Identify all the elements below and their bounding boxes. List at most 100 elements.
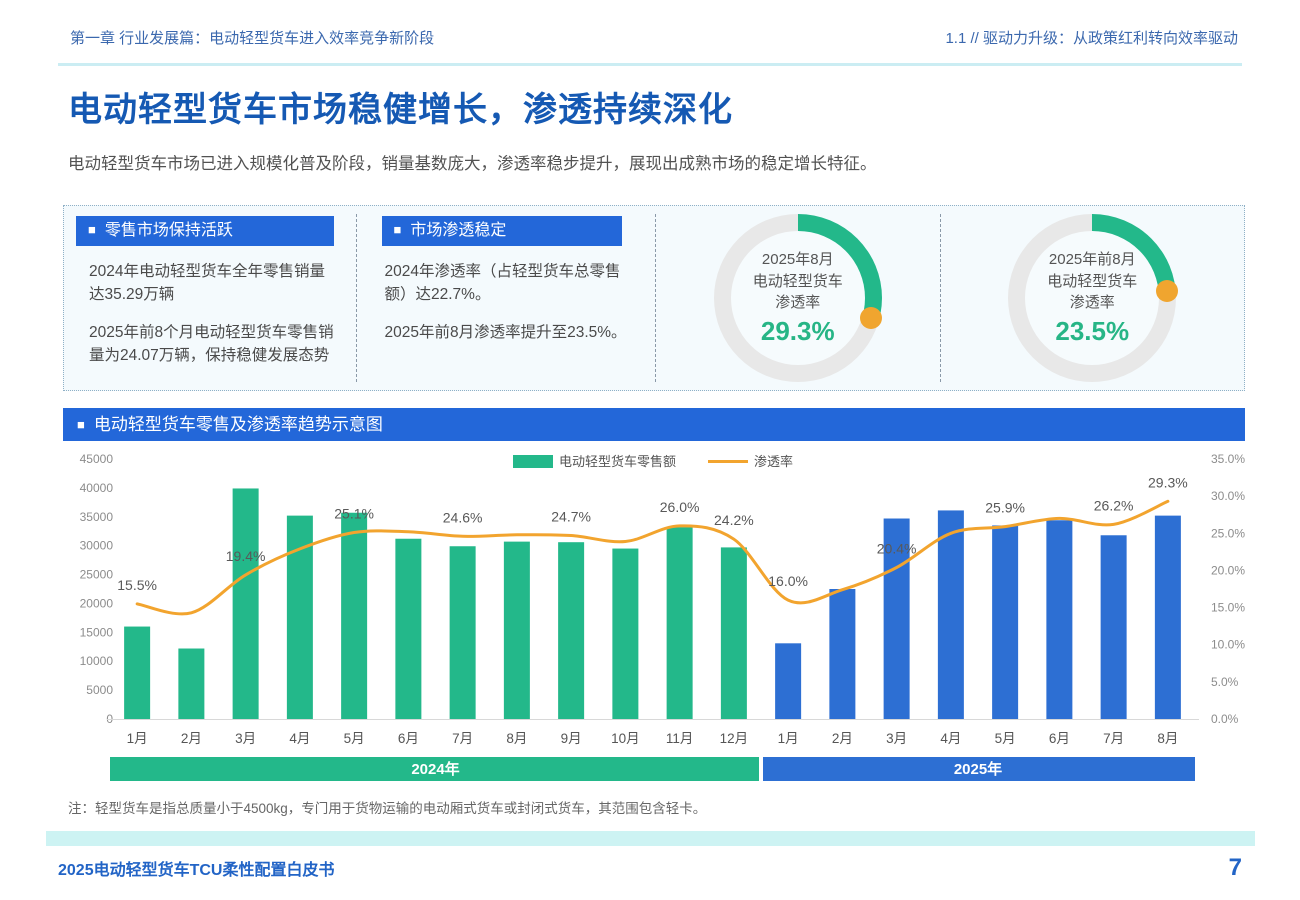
card-retail-market: ■ 零售市场保持活跃 2024年电动轻型货车全年零售销量达35.29万辆 2025…: [64, 214, 356, 382]
page-header: 第一章 行业发展篇：电动轻型货车进入效率竞争新阶段 1.1 // 驱动力升级：从…: [70, 27, 1238, 48]
gauge-label-line: 电动轻型货车: [1047, 272, 1138, 290]
penetration-point-label: 24.6%: [443, 509, 483, 525]
chart-title-bar: ■ 电动轻型货车零售及渗透率趋势示意图: [63, 408, 1245, 441]
whitepaper-page: 第一章 行业发展篇：电动轻型货车进入效率竞争新阶段 1.1 // 驱动力升级：从…: [0, 0, 1300, 900]
summary-panel: ■ 零售市场保持活跃 2024年电动轻型货车全年零售销量达35.29万辆 2025…: [63, 205, 1245, 391]
gauge-ytd-2025: 2025年前8月 电动轻型货车 渗透率 23.5%: [1008, 214, 1179, 382]
penetration-point-label: 26.0%: [660, 499, 700, 515]
month-label: 7月: [452, 731, 473, 746]
sales-bar: [1154, 515, 1181, 719]
right-axis-tick: 20.0%: [1211, 563, 1245, 577]
sales-bar: [178, 648, 205, 719]
left-axis-tick: 35000: [80, 510, 114, 524]
month-label: 6月: [1049, 731, 1070, 746]
left-axis-tick: 5000: [86, 683, 113, 697]
sales-bar: [558, 542, 585, 719]
legend-line-label: 渗透率: [754, 454, 793, 469]
sales-bar: [1100, 535, 1127, 719]
month-label: 12月: [720, 731, 749, 746]
month-label: 6月: [398, 731, 419, 746]
penetration-point-label: 24.2%: [714, 512, 754, 528]
right-axis-tick: 0.0%: [1211, 712, 1239, 726]
gauge-label-line: 2025年8月: [761, 250, 834, 268]
square-bullet-icon: ■: [393, 222, 402, 237]
gauge-center-label: 2025年前8月 电动轻型货车 渗透率 23.5%: [1008, 214, 1176, 382]
trend-chart-container: 45000 40000 35000 30000 25000 20000 15000 10000…: [63, 441, 1245, 791]
square-bullet-icon: ■: [88, 222, 96, 237]
page-title: 电动轻型货车市场稳健增长，渗透持续深化: [68, 91, 733, 129]
penetration-point-label: 25.9%: [985, 500, 1025, 516]
right-axis-tick: 15.0%: [1211, 601, 1245, 615]
penetration-point-label: 20.4%: [877, 540, 917, 556]
header-chapter: 第一章 行业发展篇：电动轻型货车进入效率竞争新阶段: [70, 30, 435, 47]
gauge-ytd-2025-col: 2025年前8月 电动轻型货车 渗透率 23.5%: [939, 214, 1244, 382]
chart-title: 电动轻型货车零售及渗透率趋势示意图: [93, 415, 383, 434]
left-axis-tick: 45000: [80, 452, 114, 466]
card-retail-title-bar: ■ 零售市场保持活跃: [76, 216, 334, 246]
gauge-aug-2025: 2025年8月 电动轻型货车 渗透率 29.3%: [713, 214, 882, 382]
year-band-label: 2025年: [954, 760, 1002, 778]
left-axis-tick: 30000: [80, 539, 114, 553]
penetration-point-label: 29.3%: [1148, 474, 1188, 490]
month-label: 4月: [940, 731, 961, 746]
month-label: 7月: [1103, 731, 1124, 746]
square-bullet-icon: ■: [77, 417, 85, 432]
card-penetration: ■ 市场渗透稳定 2024年渗透率（占轻型货车总零售额）达22.7%。 2025年…: [355, 214, 656, 382]
gauge-label-line: 2025年前8月: [1048, 250, 1136, 268]
left-axis-tick: 20000: [80, 596, 114, 610]
sales-bar: [232, 488, 259, 719]
card-penetration-title-bar: ■ 市场渗透稳定: [381, 216, 622, 246]
month-label: 8月: [506, 731, 527, 746]
month-label: 11月: [666, 731, 694, 746]
sales-bar: [449, 546, 476, 719]
header-section: 1.1 // 驱动力升级：从政策红利转向效率驱动: [945, 30, 1238, 47]
trend-chart: 45000 40000 35000 30000 25000 20000 15000 10000…: [80, 452, 1245, 781]
header-divider: [58, 63, 1242, 66]
page-footer: 2025电动轻型货车TCU柔性配置白皮书 7: [58, 854, 1242, 882]
month-label: 4月: [289, 731, 310, 746]
penetration-point-label: 16.0%: [768, 573, 808, 589]
right-axis-tick: 5.0%: [1211, 675, 1239, 689]
right-axis-tick: 35.0%: [1211, 452, 1245, 466]
footer-accent-band: [46, 831, 1255, 846]
sales-bar: [775, 643, 802, 719]
penetration-point-label: 19.4%: [226, 548, 266, 564]
sales-bar: [124, 626, 151, 719]
footnote: 注：轻型货车是指总质量小于4500kg，专门用于货物运输的电动厢式货车或封闭式货…: [68, 801, 707, 816]
penetration-point-label: 25.1%: [334, 506, 374, 522]
footer-document-title: 2025电动轻型货车TCU柔性配置白皮书: [58, 862, 335, 879]
penetration-point-label: 24.7%: [551, 509, 591, 525]
sales-bar: [341, 512, 368, 719]
legend-bar-label: 电动轻型货车零售额: [559, 454, 676, 469]
legend-bar-swatch-icon: [513, 455, 553, 468]
year-band-label: 2024年: [411, 760, 459, 778]
month-label: 1月: [127, 731, 148, 746]
right-axis-tick: 30.0%: [1211, 489, 1245, 503]
card-retail-paragraph-1: 2024年电动轻型货车全年零售销量达35.29万辆: [89, 263, 325, 304]
gauge-label-line: 渗透率: [775, 294, 821, 312]
month-label: 2月: [832, 731, 853, 746]
month-label: 8月: [1157, 731, 1178, 746]
penetration-point-label: 26.2%: [1094, 497, 1134, 513]
page-subtitle: 电动轻型货车市场已进入规模化普及阶段，销量基数庞大，渗透率稳步提升，展现出成熟市…: [68, 155, 877, 173]
month-label: 9月: [561, 731, 582, 746]
gauge-value: 29.3%: [760, 316, 835, 347]
month-label: 3月: [235, 731, 256, 746]
right-axis-tick: 25.0%: [1211, 526, 1245, 540]
sales-bar: [666, 527, 693, 719]
left-axis-tick: 40000: [80, 481, 114, 495]
left-axis-tick: 10000: [80, 654, 114, 668]
month-label: 3月: [886, 731, 907, 746]
sales-bar: [503, 541, 530, 719]
gauge-label-line: 渗透率: [1069, 294, 1115, 312]
sales-bar: [992, 525, 1019, 719]
card-retail-title: 零售市场保持活跃: [104, 222, 233, 239]
gauge-aug-2025-col: 2025年8月 电动轻型货车 渗透率 29.3%: [655, 214, 940, 382]
card-retail-paragraph-2: 2025年前8个月电动轻型货车零售销量为24.07万辆，保持稳健发展态势: [89, 323, 334, 364]
sales-bar: [720, 547, 747, 719]
right-axis-tick: 10.0%: [1211, 638, 1245, 652]
month-label: 2月: [181, 731, 202, 746]
month-label: 5月: [995, 731, 1016, 746]
card-penetration-paragraph-1: 2024年渗透率（占轻型货车总零售额）达22.7%。: [384, 263, 621, 304]
sales-bar: [395, 538, 422, 719]
